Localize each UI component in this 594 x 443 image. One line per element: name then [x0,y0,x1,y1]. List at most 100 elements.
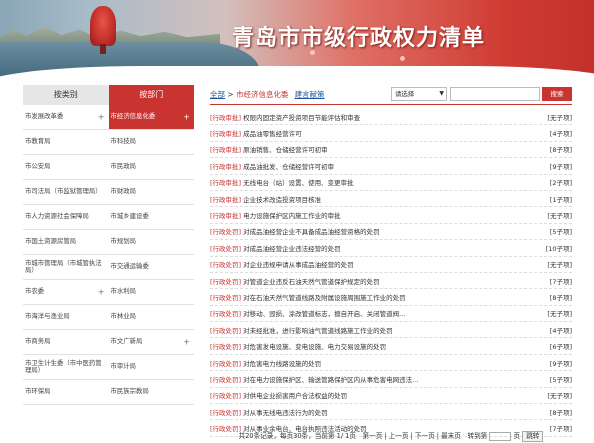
item-category-tag: [行政审批] [210,113,242,122]
department-item[interactable]: 市教育局 [23,130,109,154]
expand-plus-icon[interactable]: + [183,338,190,346]
suggestion-link[interactable]: 建言献策 [295,90,325,99]
department-item[interactable]: 市民族宗教局 [109,380,195,404]
department-item[interactable]: 市规划局 [109,230,195,254]
page-number-input[interactable] [489,431,512,441]
department-item[interactable]: 市林业局 [109,305,195,329]
item-title[interactable]: 成品油批发、仓储经营许可初审 [243,161,532,171]
department-label: 市水利局 [110,287,137,296]
department-item[interactable]: 市财政局 [109,180,195,204]
list-item[interactable]: [行政处罚] 对企业违规申请从事成品油经营的处罚 [无子项] [210,257,572,273]
list-item[interactable]: [行政处罚] 对成品油经营企业违法经营的处罚 [10子项] [210,240,572,257]
tab-by-category[interactable]: 按类别 [23,85,109,105]
expand-plus-icon[interactable]: + [98,288,105,296]
list-item[interactable]: [行政处罚] 对危害电力线路设施的处罚 [9子项] [210,355,572,372]
list-item[interactable]: [行政审批] 电力设施保护区内施工作业的审批 [无子项] [210,207,572,224]
item-subcount: [5子项] [549,375,572,384]
item-subcount: [5子项] [549,228,572,237]
department-item[interactable]: 市审计局 [109,355,195,379]
list-item[interactable]: [行政审批] 成品油批发、仓储经营许可初审 [9子项] [210,158,572,175]
department-item[interactable]: 市发展改革委 + [23,105,109,129]
item-title[interactable]: 对管道企业违反石油天然气管道保护规定的处罚 [243,276,532,286]
item-title[interactable]: 电力设施保护区内施工作业的审批 [243,210,532,220]
list-item[interactable]: [行政处罚] 对移动、毁损、涂改管道标志，擅自开启、关闭管道阀... [无子项] [210,306,572,323]
item-title[interactable]: 对在石油天然气管道线路及附属设施周围施工作业的处罚 [243,292,532,302]
list-item[interactable]: [行政处罚] 对未经批准，进行影响油气管道线路施工作业的处罚 [4子项] [210,322,572,339]
department-row: 市司法局（市监狱管理局） 市财政局 [23,180,194,205]
item-subcount: [2子项] [549,179,572,188]
department-item[interactable]: 市文广新局 + [109,330,195,354]
category-select[interactable]: 请选择 ▼ [391,87,447,101]
department-item[interactable]: 市司法局（市监狱管理局） [23,180,109,204]
breadcrumb-all-link[interactable]: 全部 [210,90,225,99]
pagination-text: 共20条记录，每页30条，当前第 1/ 1页 第一页 | 上一页 | 下一页 |… [238,432,488,440]
item-title[interactable]: 成品油零售经营许可 [243,128,532,138]
item-title[interactable]: 对未经批准，进行影响油气管道线路施工作业的处罚 [243,325,532,335]
department-item[interactable]: 市水利局 [109,280,195,304]
list-item[interactable]: [行政处罚] 对危害发电设施、变电设施、电力交易设施的处罚 [6子项] [210,338,572,355]
department-label: 市环保局 [25,387,51,396]
chevron-down-icon: ▼ [439,90,444,97]
department-item[interactable]: 市商务局 [23,330,109,354]
department-item[interactable]: 市环保局 [23,380,109,404]
expand-plus-icon[interactable]: + [183,113,190,121]
item-title[interactable]: 对成品油经营企业不具备成品油经营资格的处罚 [243,226,532,236]
department-item[interactable]: 市人力资源社会保障局 [23,205,109,229]
department-row: 市城市管理局（市城管执法局） 市交通运输委 [23,255,194,280]
department-item[interactable]: 市城市管理局（市城管执法局） [23,255,109,279]
search-input[interactable] [450,87,540,101]
item-subcount: [6子项] [549,343,572,352]
department-item[interactable]: 市公安局 [23,155,109,179]
department-item[interactable]: 市卫生计生委（市中医药管理局） [23,355,109,379]
item-title[interactable]: 权限内固定资产投资项目节能评估和审查 [243,112,532,122]
department-panel: 按类别 按部门 市发展改革委 + 市经济信息化委 + 市教育局 市科技局 市公安局 市民政局市… [23,85,194,435]
item-title[interactable]: 企业技术改造投资项目核准 [243,194,532,204]
list-item[interactable]: [行政处罚] 对在石油天然气管道线路及附属设施周围施工作业的处罚 [8子项] [210,289,572,306]
department-item[interactable]: 市经济信息化委 + [108,105,194,129]
breadcrumb-current: 市经济信息化委 [236,90,289,99]
item-title[interactable]: 对危害电力线路设施的处罚 [243,358,532,368]
list-item[interactable]: [行政处罚] 对成品油经营企业不具备成品油经营资格的处罚 [5子项] [210,224,572,241]
department-item[interactable]: 市民政局 [109,155,195,179]
item-title[interactable]: 对从事无线电违法行为的处罚 [243,407,532,417]
go-button[interactable]: 跳转 [522,431,544,442]
list-item[interactable]: [行政审批] 成品油零售经营许可 [4子项] [210,125,572,142]
list-item[interactable]: [行政审批] 权限内固定资产投资项目节能评估和审查 [无子项] [210,109,572,126]
list-item[interactable]: [行政审批] 企业技术改造投资项目核准 [1子项] [210,191,572,208]
item-subcount: [9子项] [549,162,572,171]
item-title[interactable]: 对供电企业损害用户合法权益的处罚 [243,390,532,400]
list-item[interactable]: [行政处罚] 对供电企业损害用户合法权益的处罚 [无子项] [210,388,572,405]
item-category-tag: [行政处罚] [210,293,242,302]
item-title[interactable]: 对移动、毁损、涂改管道标志，擅自开启、关闭管道阀... [243,308,532,318]
tab-by-department[interactable]: 按部门 [108,85,194,105]
department-item[interactable]: 市农委 + [23,280,109,304]
department-label: 市科技局 [110,137,137,146]
item-subcount: [4子项] [549,326,572,335]
item-category-tag: [行政处罚] [210,277,242,286]
list-item[interactable]: [行政处罚] 对从事无线电违法行为的处罚 [8子项] [210,404,572,421]
item-title[interactable]: 对在电力设施保护区、输送管路保护区内从事危害电网违法... [243,374,532,384]
list-item[interactable]: [行政审批] 原油销售、仓储经营许可初审 [8子项] [210,142,572,159]
list-item[interactable]: [行政处罚] 对管道企业违反石油天然气管道保护规定的处罚 [7子项] [210,273,572,290]
list-item[interactable]: [行政审批] 无线电台（站）设置、使用、变更审批 [2子项] [210,175,572,191]
item-title[interactable]: 对危害发电设施、变电设施、电力交易设施的处罚 [243,341,532,351]
item-title[interactable]: 对企业违规申请从事成品油经营的处罚 [243,259,532,269]
department-item[interactable]: 市海洋与渔业局 [23,305,109,329]
item-category-tag: [行政处罚] [210,310,242,319]
item-category-tag: [行政处罚] [210,261,242,270]
list-item[interactable]: [行政处罚] 对在电力设施保护区、输送管路保护区内从事危害电网违法... [5子项] [210,371,572,388]
department-item[interactable]: 市交通运输委 [109,255,195,279]
item-category-tag: [行政处罚] [210,359,242,368]
item-title[interactable]: 无线电台（站）设置、使用、变更审批 [243,177,532,187]
item-title[interactable]: 对成品油经营企业违法经营的处罚 [243,243,532,253]
item-category-tag: [行政处罚] [210,375,242,384]
torch-sculpture-icon [90,6,116,54]
department-item[interactable]: 市国土资源房管局 [23,230,109,254]
department-item[interactable]: 市城乡建设委 [109,205,195,229]
search-button[interactable]: 搜索 [542,87,572,101]
item-category-tag: [行政处罚] [210,343,242,352]
department-label: 市审计局 [110,362,137,371]
item-title[interactable]: 原油销售、仓储经营许可初审 [243,144,532,154]
expand-plus-icon[interactable]: + [98,113,105,121]
department-item[interactable]: 市科技局 [109,130,195,154]
